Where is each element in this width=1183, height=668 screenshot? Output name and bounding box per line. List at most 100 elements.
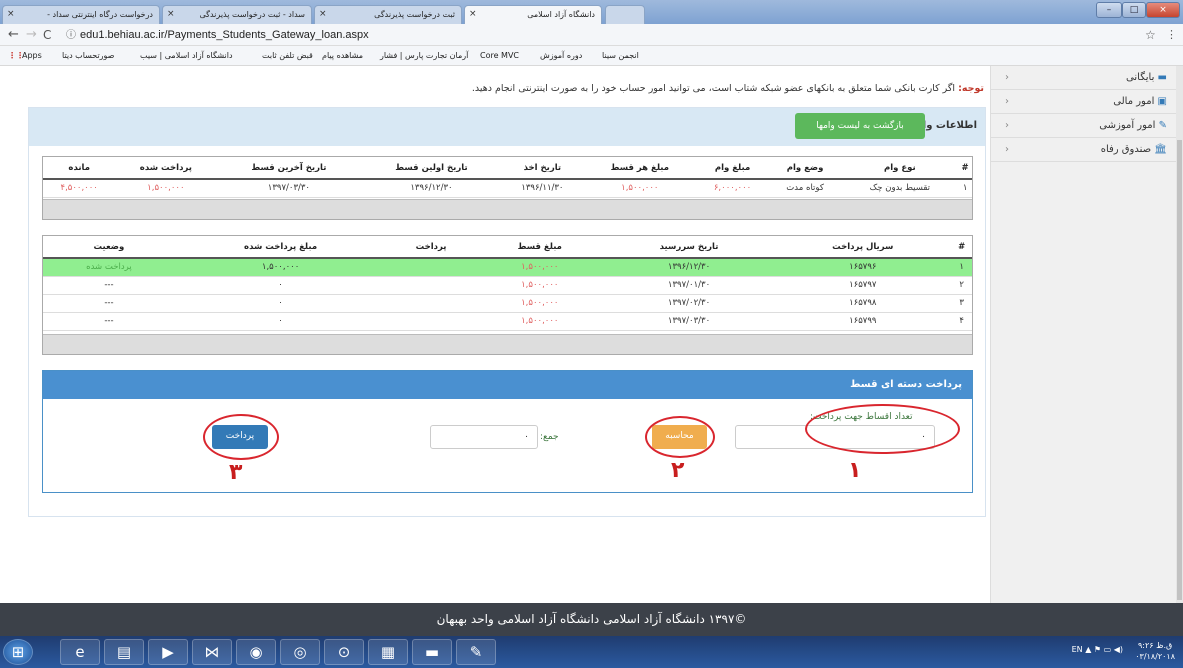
sidebar-item-education[interactable]: ✎ امور آموزشی ‹ bbox=[991, 114, 1177, 138]
table-cell: ۱۳۹۷/۰۳/۳۰ bbox=[603, 312, 775, 331]
bookmark-star-icon[interactable]: ☆ bbox=[1145, 27, 1156, 43]
table-cell: پرداخت شده bbox=[43, 258, 175, 277]
table-cell: ۱۳۹۶/۱۲/۳۰ bbox=[361, 179, 502, 198]
table-cell: ۰ bbox=[174, 276, 387, 295]
minimize-button[interactable]: – bbox=[1096, 2, 1122, 18]
chrome-icon[interactable]: ◉ bbox=[236, 639, 276, 665]
sidebar-item-finance[interactable]: ▣ امور مالی ‹ bbox=[991, 90, 1177, 114]
cmd-icon[interactable]: ▬ bbox=[412, 639, 452, 665]
ie-icon[interactable]: e bbox=[60, 639, 100, 665]
sum-field: ۰ bbox=[430, 425, 538, 449]
table-cell: ۱,۵۰۰,۰۰۰ bbox=[475, 258, 604, 277]
table-cell: ۱,۵۰۰,۰۰۰ bbox=[174, 258, 387, 277]
table-cell: ۱۳۹۷/۰۱/۳۰ bbox=[603, 276, 775, 295]
browser-tab-1[interactable]: × درخواست درگاه اینترنتی سداد - bbox=[2, 5, 160, 24]
bookmark-item[interactable]: قبض تلفن ثابت bbox=[262, 46, 313, 66]
table-header-cell: مبلغ هر قسط bbox=[583, 157, 697, 180]
table-header-cell: تاریخ آخرین قسط bbox=[216, 157, 362, 180]
table-cell: ۱۶۵۷۹۸ bbox=[774, 294, 952, 313]
new-tab-button[interactable] bbox=[605, 5, 645, 24]
app-icon[interactable]: ▦ bbox=[368, 639, 408, 665]
start-button[interactable]: ⊞ bbox=[3, 639, 33, 665]
table-cell: ۱۳۹۷/۰۳/۳۰ bbox=[216, 179, 362, 198]
table-cell: ۱ bbox=[958, 179, 972, 198]
media-player-icon[interactable]: ▶ bbox=[148, 639, 188, 665]
bookmark-item[interactable]: دانشگاه آزاد اسلامی | سیب bbox=[140, 46, 233, 66]
table-cell: ۶,۰۰۰,۰۰۰ bbox=[696, 179, 769, 198]
table-cell: ۰ bbox=[174, 294, 387, 313]
table-header-cell: مانده bbox=[43, 157, 116, 180]
annotation-circle-1 bbox=[805, 404, 960, 454]
table-cell: ۱۳۹۷/۰۲/۳۰ bbox=[603, 294, 775, 313]
close-tab-icon[interactable]: × bbox=[7, 6, 15, 23]
chevron-left-icon: ‹ bbox=[1005, 120, 1009, 131]
chrome-icon[interactable]: ◎ bbox=[280, 639, 320, 665]
paint-icon[interactable]: ✎ bbox=[456, 639, 496, 665]
table-cell: کوتاه مدت bbox=[768, 179, 842, 198]
browser-tab-4[interactable]: × دانشگاه آزاد اسلامی bbox=[464, 5, 602, 24]
sidebar-item-welfare-fund[interactable]: 🏛 صندوق رفاه ‹ bbox=[991, 138, 1177, 162]
table-cell: ۱۶۵۷۹۹ bbox=[774, 312, 952, 331]
table-header-cell: # bbox=[958, 157, 972, 180]
bookmark-apps[interactable]: Apps bbox=[22, 46, 42, 66]
address-bar: ← → C ⓘ edu1.behiau.ac.ir/Payments_Stude… bbox=[0, 24, 1183, 46]
table-cell: --- bbox=[43, 276, 175, 295]
bookmark-item[interactable]: مشاهده پیام bbox=[322, 46, 363, 66]
bookmark-item[interactable]: Core MVC bbox=[480, 46, 519, 66]
table-header-cell: سریال پرداخت bbox=[774, 236, 952, 259]
language-indicator[interactable]: EN bbox=[1072, 645, 1083, 654]
maximize-button[interactable]: □ bbox=[1122, 2, 1146, 18]
table-cell: ۲ bbox=[951, 276, 972, 295]
close-window-button[interactable]: × bbox=[1146, 2, 1180, 18]
table-cell: ۰ bbox=[174, 312, 387, 331]
table-header-cell: # bbox=[951, 236, 972, 259]
table-cell: ۱۶۵۷۹۶ bbox=[774, 258, 952, 277]
visual-studio-icon[interactable]: ⋈ bbox=[192, 639, 232, 665]
table-footer bbox=[43, 334, 972, 354]
browser-tab-2[interactable]: × سداد - ثبت درخواست پذیرندگی bbox=[162, 5, 312, 24]
taskbar-clock[interactable]: ۹:۲۶ ق.ظ ۰۳/۱۸/۲۰۱۸ bbox=[1135, 640, 1175, 662]
bank-icon: 🏛 bbox=[1151, 144, 1167, 155]
table-row: ۱ تقسیط بدون چک کوتاه مدت ۶,۰۰۰,۰۰۰ ۱,۵۰۰,۰۰… bbox=[43, 179, 972, 198]
reload-icon[interactable]: C bbox=[43, 27, 51, 43]
table-cell: ۱,۵۰۰,۰۰۰ bbox=[475, 294, 604, 313]
annotation-number-1: ۱ bbox=[848, 458, 862, 483]
table-footer bbox=[43, 199, 972, 219]
table-row: ۳ ۱۶۵۷۹۸ ۱۳۹۷/۰۲/۳۰ ۱,۵۰۰,۰۰۰ ۰ --- bbox=[43, 294, 972, 313]
close-tab-icon[interactable]: × bbox=[319, 6, 327, 23]
close-tab-icon[interactable]: × bbox=[469, 6, 477, 23]
bookmark-item[interactable]: آرمان تجارت پارس | فشار bbox=[380, 46, 468, 66]
table-row: ۲ ۱۶۵۷۹۷ ۱۳۹۷/۰۱/۳۰ ۱,۵۰۰,۰۰۰ ۰ --- bbox=[43, 276, 972, 295]
table-row: ۴ ۱۶۵۷۹۹ ۱۳۹۷/۰۳/۳۰ ۱,۵۰۰,۰۰۰ ۰ --- bbox=[43, 312, 972, 331]
sidebar-item-archive[interactable]: ▬ بایگانی ‹ bbox=[991, 66, 1177, 90]
table-header-cell: مبلغ وام bbox=[696, 157, 769, 180]
money-icon: ▣ bbox=[1154, 96, 1167, 107]
table-cell: ۴ bbox=[951, 312, 972, 331]
menu-icon[interactable]: ⋮ bbox=[1166, 27, 1177, 43]
close-tab-icon[interactable]: × bbox=[167, 6, 175, 23]
table-cell: --- bbox=[43, 312, 175, 331]
chevron-left-icon: ‹ bbox=[1005, 72, 1009, 83]
back-icon[interactable]: ← bbox=[8, 27, 19, 43]
table-row: ۱ ۱۶۵۷۹۶ ۱۳۹۶/۱۲/۳۰ ۱,۵۰۰,۰۰۰ ۱,۵۰۰,۰۰۰ پرداخ… bbox=[43, 258, 972, 277]
bookmark-item[interactable]: دوره آموزش bbox=[540, 46, 582, 66]
table-header-cell: پرداخت bbox=[386, 236, 476, 259]
url-input[interactable]: edu1.behiau.ac.ir/Payments_Students_Gate… bbox=[80, 27, 369, 43]
annotation-circle-2 bbox=[645, 416, 715, 458]
browser-tab-3[interactable]: × ثبت درخواست پذیرندگی bbox=[314, 5, 462, 24]
back-to-loans-button[interactable]: بازگشت به لیست وامها bbox=[795, 113, 925, 139]
forward-icon[interactable]: → bbox=[26, 27, 37, 43]
table-cell bbox=[386, 276, 476, 295]
bookmark-item[interactable]: انجمن سینا bbox=[602, 46, 639, 66]
annotation-circle-3 bbox=[203, 414, 279, 460]
browser-icon[interactable]: ⊙ bbox=[324, 639, 364, 665]
installments-table: # سریال پرداخت تاریخ سررسید مبلغ قسط پرداخت م… bbox=[42, 235, 973, 355]
table-header-cell: وضع وام bbox=[768, 157, 842, 180]
table-cell: ۱۳۹۶/۱۲/۳۰ bbox=[603, 258, 775, 277]
folder-icon[interactable]: ▤ bbox=[104, 639, 144, 665]
table-cell: ۱۳۹۶/۱۱/۳۰ bbox=[501, 179, 584, 198]
info-icon: ⓘ bbox=[66, 30, 76, 41]
scrollbar-thumb[interactable] bbox=[1177, 140, 1182, 600]
bookmark-item[interactable]: صورتحساب دیتا bbox=[62, 46, 114, 66]
table-cell: ۳ bbox=[951, 294, 972, 313]
